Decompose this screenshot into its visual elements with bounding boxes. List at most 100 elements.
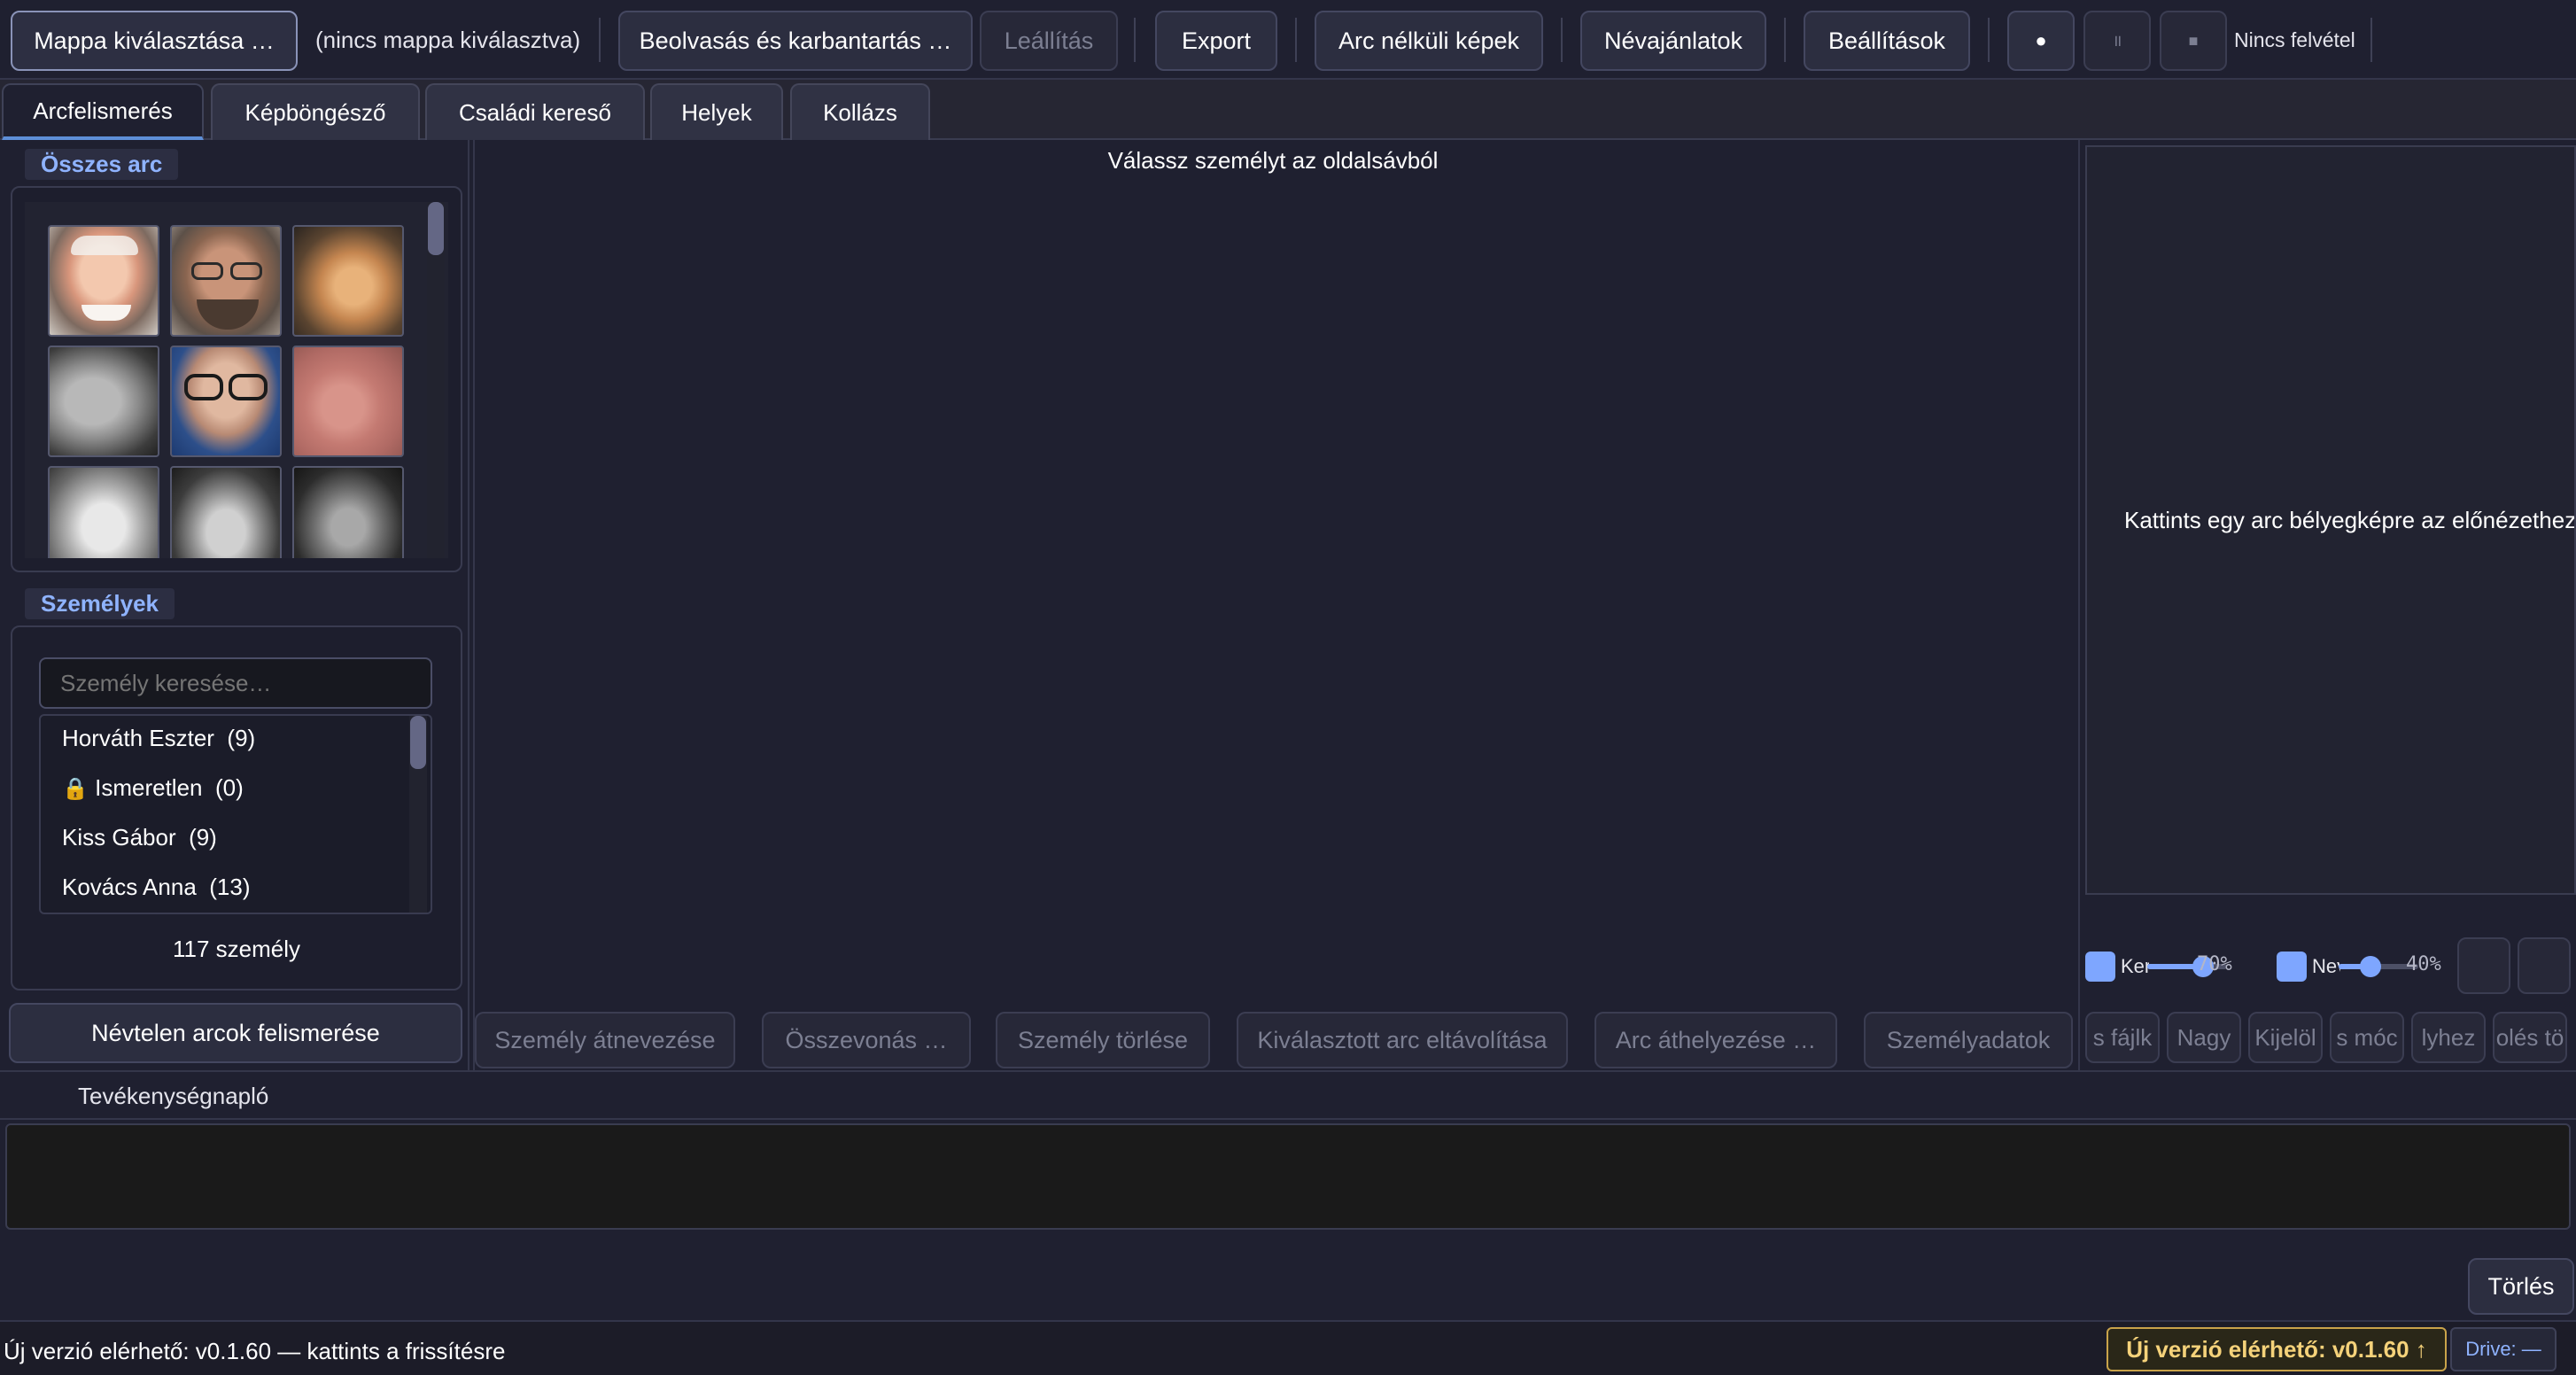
glasses-left [191,262,223,280]
pause-recording-button[interactable]: ॥ [2083,11,2151,71]
person-data-button[interactable]: Személyadatok [1864,1012,2073,1068]
merge-button[interactable]: Összevonás … [762,1012,971,1068]
glasses-right [230,262,262,280]
tab-family-search[interactable]: Családi kereső [425,83,645,140]
person-name: Kiss Gábor [62,824,176,851]
preview-action-button[interactable]: lyhez [2411,1012,2486,1063]
record-button[interactable]: ● [2007,11,2075,71]
person-item-horvath-eszter[interactable]: Horváth Eszter (9) [62,725,255,752]
person-item-kovacs-anna[interactable]: Kovács Anna (13) [62,874,250,901]
remove-selected-face-button[interactable]: Kiválasztott arc eltávolítása [1237,1012,1568,1068]
tab-collage[interactable]: Kollázs [790,83,930,140]
name-suggestions-button[interactable]: Névajánlatok [1580,11,1766,71]
person-item-kiss-gabor[interactable]: Kiss Gábor (9) [62,824,217,851]
people-title: Személyek [25,588,175,619]
person-count: (9) [189,824,217,851]
toolbar-separator [599,18,601,62]
update-available-badge[interactable]: Új verzió elérhető: v0.1.60 ↑ [2107,1327,2447,1371]
face-thumbnail[interactable] [292,346,404,457]
preview-action-button[interactable]: Nagy [2167,1012,2241,1063]
select-person-hint: Válassz személyt az oldalsávból [1107,147,1439,174]
pause-icon: ॥ [2112,32,2122,50]
preview-action-button[interactable]: s móc [2330,1012,2404,1063]
stop-button[interactable]: Leállítás [980,11,1118,71]
main-toolbar: Mappa kiválasztása … (nincs mappa kivála… [0,0,2576,80]
face-hair [71,236,138,255]
person-detail-area [473,140,2078,1070]
activity-log-output[interactable] [5,1123,2571,1230]
face-thumbnail[interactable] [170,466,282,558]
person-count: (0) [214,774,244,801]
checkbox-slider1[interactable] [2085,952,2115,982]
preview-hint: Kattints egy arc bélyegképre az előnézet… [2124,507,2576,533]
glasses-left [184,374,223,400]
stop-recording-button[interactable]: ■ [2160,11,2227,71]
toolbar-separator [2370,18,2372,62]
delete-person-button[interactable]: Személy törlése [996,1012,1210,1068]
record-icon: ● [2035,29,2047,51]
tab-places[interactable]: Helyek [650,83,783,140]
person-item-ismeretlen[interactable]: 🔒 Ismeretlen (0) [62,774,244,802]
glasses-right [229,374,268,400]
clear-log-button[interactable]: Törlés [2468,1258,2574,1315]
all-faces-title: Összes arc [25,149,179,180]
recording-status-text: Nincs felvétel [2234,28,2355,51]
face-thumbnail[interactable] [170,225,282,337]
person-count: (9) [227,725,256,751]
status-bar: Új verzió elérhető: v0.1.60 — kattints a… [0,1320,2576,1375]
tab-face-recognition[interactable]: Arcfelismerés [2,83,204,140]
faceless-images-button[interactable]: Arc nélküli képek [1315,11,1543,71]
export-button[interactable]: Export [1155,11,1277,71]
person-name: Kovács Anna [62,874,197,900]
face-thumbnail[interactable] [292,466,404,558]
person-name: Horváth Eszter [62,725,214,751]
choose-folder-button[interactable]: Mappa kiválasztása … [11,11,298,71]
toolbar-separator [1134,18,1136,62]
tab-image-browser[interactable]: Képböngésző [211,83,420,140]
preview-tool-button[interactable] [2457,937,2510,994]
preview-tool-button[interactable] [2518,937,2571,994]
face-thumbnail-grid [25,202,448,558]
preview-action-button[interactable]: Kijelöl [2248,1012,2323,1063]
toolbar-separator [1988,18,1990,62]
rename-person-button[interactable]: Személy átnevezése [475,1012,735,1068]
slider2-value: 40% [2406,953,2441,975]
faces-scrollbar[interactable] [427,202,445,558]
settings-button[interactable]: Beállítások [1804,11,1970,71]
face-thumbnail[interactable] [48,225,159,337]
log-divider [0,1118,2576,1120]
preview-action-button[interactable]: olés tö [2493,1012,2567,1063]
scan-maintain-button[interactable]: Beolvasás és karbantartás … [618,11,973,71]
person-search-input[interactable] [39,657,432,709]
move-face-button[interactable]: Arc áthelyezése … [1594,1012,1837,1068]
person-name: Ismeretlen [95,774,203,801]
face-thumbnail[interactable] [48,346,159,457]
slider2-handle[interactable] [2360,956,2381,977]
people-count-text: 117 személy [172,936,301,962]
face-preview-panel: Kattints egy arc bélyegképre az előnézet… [2085,145,2576,895]
folder-status-text: (nincs mappa kiválasztva) [315,27,581,53]
recognize-unnamed-button[interactable]: Névtelen arcok felismerése [9,1003,462,1063]
faces-scrollbar-thumb[interactable] [428,202,444,255]
activity-log-title: Tevékenységnapló [78,1083,269,1109]
toolbar-separator [1561,18,1563,62]
stop-icon: ■ [2188,31,2199,50]
toolbar-separator [1784,18,1786,62]
face-thumbnail[interactable] [292,225,404,337]
toolbar-separator [1295,18,1297,62]
face-thumbnail[interactable] [170,346,282,457]
person-count: (13) [209,874,251,900]
drive-status[interactable]: Drive: — [2450,1327,2557,1371]
face-thumbnail[interactable] [48,466,159,558]
preview-action-button[interactable]: s fájlk [2085,1012,2160,1063]
slider1-label: Ker [2121,955,2149,977]
tab-bar: Arcfelismerés Képböngésző Családi kereső… [0,80,2576,140]
slider2-label: Nev [2312,955,2340,977]
people-scrollbar-thumb[interactable] [410,716,426,769]
face-beard [81,305,131,321]
checkbox-slider2[interactable] [2277,952,2307,982]
people-scrollbar[interactable] [409,716,427,913]
status-message[interactable]: Új verzió elérhető: v0.1.60 — kattints a… [4,1338,505,1365]
face-beard [197,299,259,330]
slider1-value: 70% [2197,953,2232,975]
